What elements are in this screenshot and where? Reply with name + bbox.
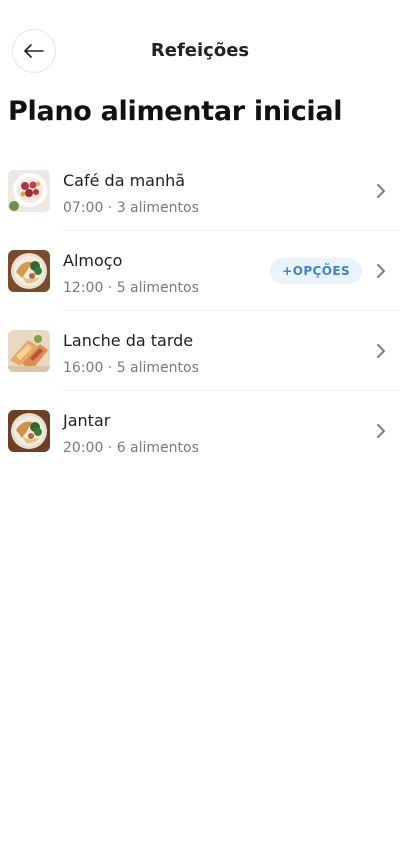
meal-meta: 20:00 · 6 alimentos bbox=[63, 440, 199, 456]
meal-list: Café da manhã 07:00 · 3 alimentos Almoço… bbox=[0, 151, 400, 471]
chevron-right-icon bbox=[377, 264, 385, 278]
chevron-right-icon bbox=[377, 344, 385, 358]
screen-title: Refeições bbox=[150, 40, 250, 61]
meal-name: Café da manhã bbox=[63, 171, 186, 190]
meal-meta: 07:00 · 3 alimentos bbox=[63, 200, 199, 216]
chevron-right-icon bbox=[377, 424, 385, 438]
page-title: Plano alimentar inicial bbox=[8, 96, 343, 127]
meal-item-afternoon-snack[interactable]: Lanche da tarde 16:00 · 5 alimentos bbox=[0, 311, 400, 391]
meal-name: Almoço bbox=[63, 251, 123, 270]
meal-meta: 12:00 · 5 alimentos bbox=[63, 280, 199, 296]
meal-item-dinner[interactable]: Jantar 20:00 · 6 alimentos bbox=[0, 391, 400, 471]
meal-item-breakfast[interactable]: Café da manhã 07:00 · 3 alimentos bbox=[0, 151, 400, 231]
meal-item-lunch[interactable]: Almoço 12:00 · 5 alimentos +OPÇÕES bbox=[0, 231, 400, 311]
dinner-plate-photo bbox=[8, 410, 50, 452]
options-button[interactable]: +OPÇÕES bbox=[270, 258, 362, 284]
meal-name: Jantar bbox=[63, 411, 111, 430]
meal-name: Lanche da tarde bbox=[63, 331, 194, 350]
lunch-plate-photo bbox=[8, 250, 50, 292]
meal-meta: 16:00 · 5 alimentos bbox=[63, 360, 199, 376]
wraps-photo bbox=[8, 330, 50, 372]
chevron-right-icon bbox=[377, 184, 385, 198]
app-header: Refeições bbox=[0, 0, 400, 104]
breakfast-bowl-photo bbox=[8, 170, 50, 212]
